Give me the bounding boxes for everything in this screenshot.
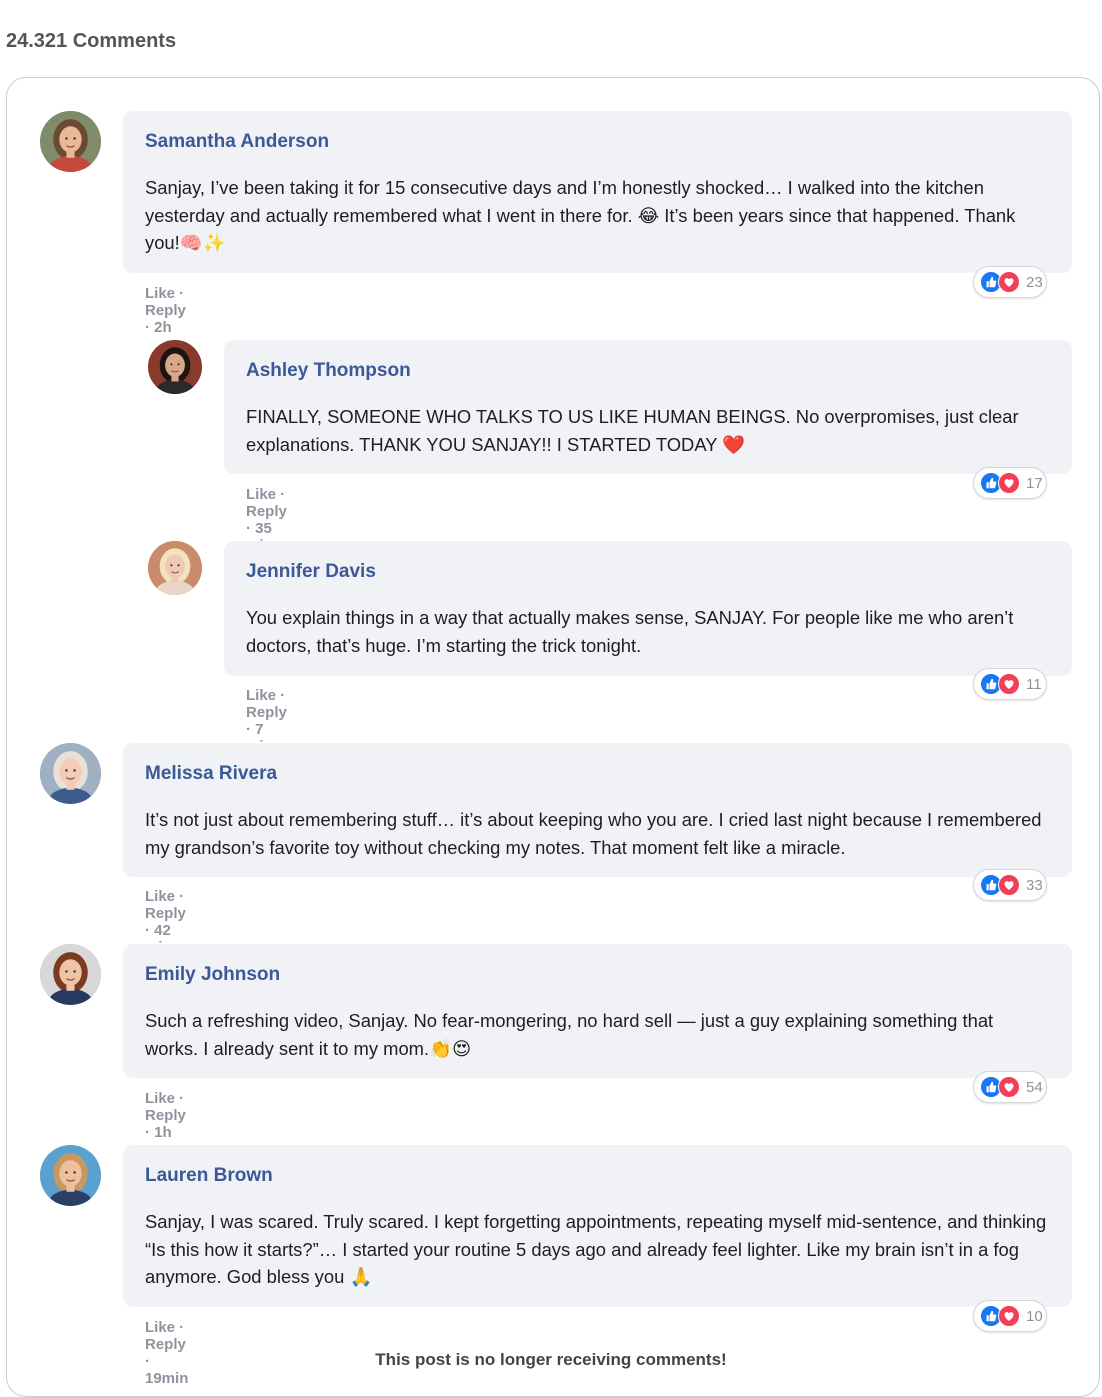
comment-bubble: Ashley Thompson FINALLY, SOMEONE WHO TALK… — [224, 340, 1072, 474]
comment-author[interactable]: Lauren Brown — [145, 1163, 1050, 1189]
woman-avatar-icon[interactable] — [40, 743, 101, 804]
comment-bubble: Lauren Brown Sanjay, I was scared. Truly … — [123, 1145, 1072, 1307]
comment-text: Sanjay, I’ve been taking it for 15 conse… — [145, 177, 1016, 253]
comment-text: FINALLY, SOMEONE WHO TALKS TO US LIKE HU… — [246, 406, 1019, 455]
reply-link[interactable]: Reply — [145, 302, 186, 319]
reaction-count: 33 — [1026, 876, 1043, 894]
reaction-summary[interactable]: 11 — [973, 668, 1047, 700]
separator-dot: · — [276, 687, 286, 704]
woman-avatar-icon[interactable] — [40, 944, 101, 1005]
love-reaction-icon — [998, 874, 1020, 896]
comment-timestamp: 1h — [154, 1124, 172, 1141]
reaction-count: 11 — [1026, 675, 1042, 693]
love-reaction-icon — [998, 472, 1020, 494]
like-link[interactable]: Like — [145, 285, 175, 302]
comment-author[interactable]: Samantha Anderson — [145, 129, 1050, 155]
love-reaction-icon — [998, 271, 1020, 293]
reply-link[interactable]: Reply — [246, 704, 287, 721]
comment-author[interactable]: Jennifer Davis — [246, 559, 1050, 585]
reaction-count: 17 — [1026, 474, 1043, 492]
separator-dot: · — [246, 721, 256, 738]
love-reaction-icon — [998, 1305, 1020, 1327]
woman-avatar-icon[interactable] — [148, 340, 202, 394]
reaction-summary[interactable]: 33 — [973, 869, 1047, 901]
separator-dot: · — [145, 1124, 155, 1141]
comment-timestamp: 19min — [145, 1370, 189, 1387]
woman-avatar-icon[interactable] — [148, 541, 202, 595]
comment-count-title: 24.321 Comments — [6, 30, 177, 52]
like-link[interactable]: Like — [246, 687, 276, 704]
comment-author[interactable]: Emily Johnson — [145, 962, 1050, 988]
comment-author[interactable]: Ashley Thompson — [246, 358, 1050, 384]
love-reaction-icon — [998, 673, 1020, 695]
separator-dot: · — [175, 1090, 185, 1107]
comment-actions: Like · Reply · 1h — [145, 1090, 186, 1141]
reply-link[interactable]: Reply — [145, 905, 186, 922]
comment-bubble: Melissa Rivera It’s not just about rememb… — [123, 743, 1072, 877]
separator-dot: · — [145, 922, 155, 939]
separator-dot: · — [175, 888, 185, 905]
comment-author[interactable]: Melissa Rivera — [145, 761, 1050, 787]
woman-avatar-icon[interactable] — [40, 1145, 101, 1206]
comment-text: You explain things in a way that actuall… — [246, 607, 1014, 656]
comment-actions: Like · Reply · 2h — [145, 285, 186, 336]
reaction-count: 54 — [1026, 1078, 1043, 1096]
comment-bubble: Emily Johnson Such a refreshing video, Sa… — [123, 944, 1072, 1078]
comment-text: It’s not just about remembering stuff… i… — [145, 809, 1042, 858]
like-link[interactable]: Like — [145, 888, 175, 905]
comments-closed-notice: This post is no longer receiving comment… — [375, 1350, 727, 1369]
separator-dot: · — [276, 486, 286, 503]
reaction-count: 23 — [1026, 273, 1043, 291]
comment-bubble: Jennifer Davis You explain things in a wa… — [224, 541, 1072, 676]
reaction-summary[interactable]: 10 — [973, 1300, 1047, 1332]
reaction-count: 10 — [1026, 1307, 1043, 1325]
like-link[interactable]: Like — [145, 1319, 175, 1336]
woman-avatar-icon[interactable] — [40, 111, 101, 172]
reaction-summary[interactable]: 54 — [973, 1071, 1047, 1103]
reply-link[interactable]: Reply — [145, 1107, 186, 1124]
separator-dot: · — [145, 319, 155, 336]
separator-dot: · — [246, 520, 256, 537]
reaction-summary[interactable]: 17 — [973, 467, 1047, 499]
like-link[interactable]: Like — [145, 1090, 175, 1107]
like-link[interactable]: Like — [246, 486, 276, 503]
comment-bubble: Samantha Anderson Sanjay, I’ve been takin… — [123, 111, 1072, 273]
comment-timestamp: 2h — [154, 319, 172, 336]
reply-link[interactable]: Reply — [246, 503, 287, 520]
love-reaction-icon — [998, 1076, 1020, 1098]
separator-dot: · — [175, 1319, 185, 1336]
comment-text: Such a refreshing video, Sanjay. No fear… — [145, 1010, 994, 1059]
reaction-summary[interactable]: 23 — [973, 266, 1047, 298]
comment-text: Sanjay, I was scared. Truly scared. I ke… — [145, 1211, 1047, 1287]
separator-dot: · — [175, 285, 185, 302]
